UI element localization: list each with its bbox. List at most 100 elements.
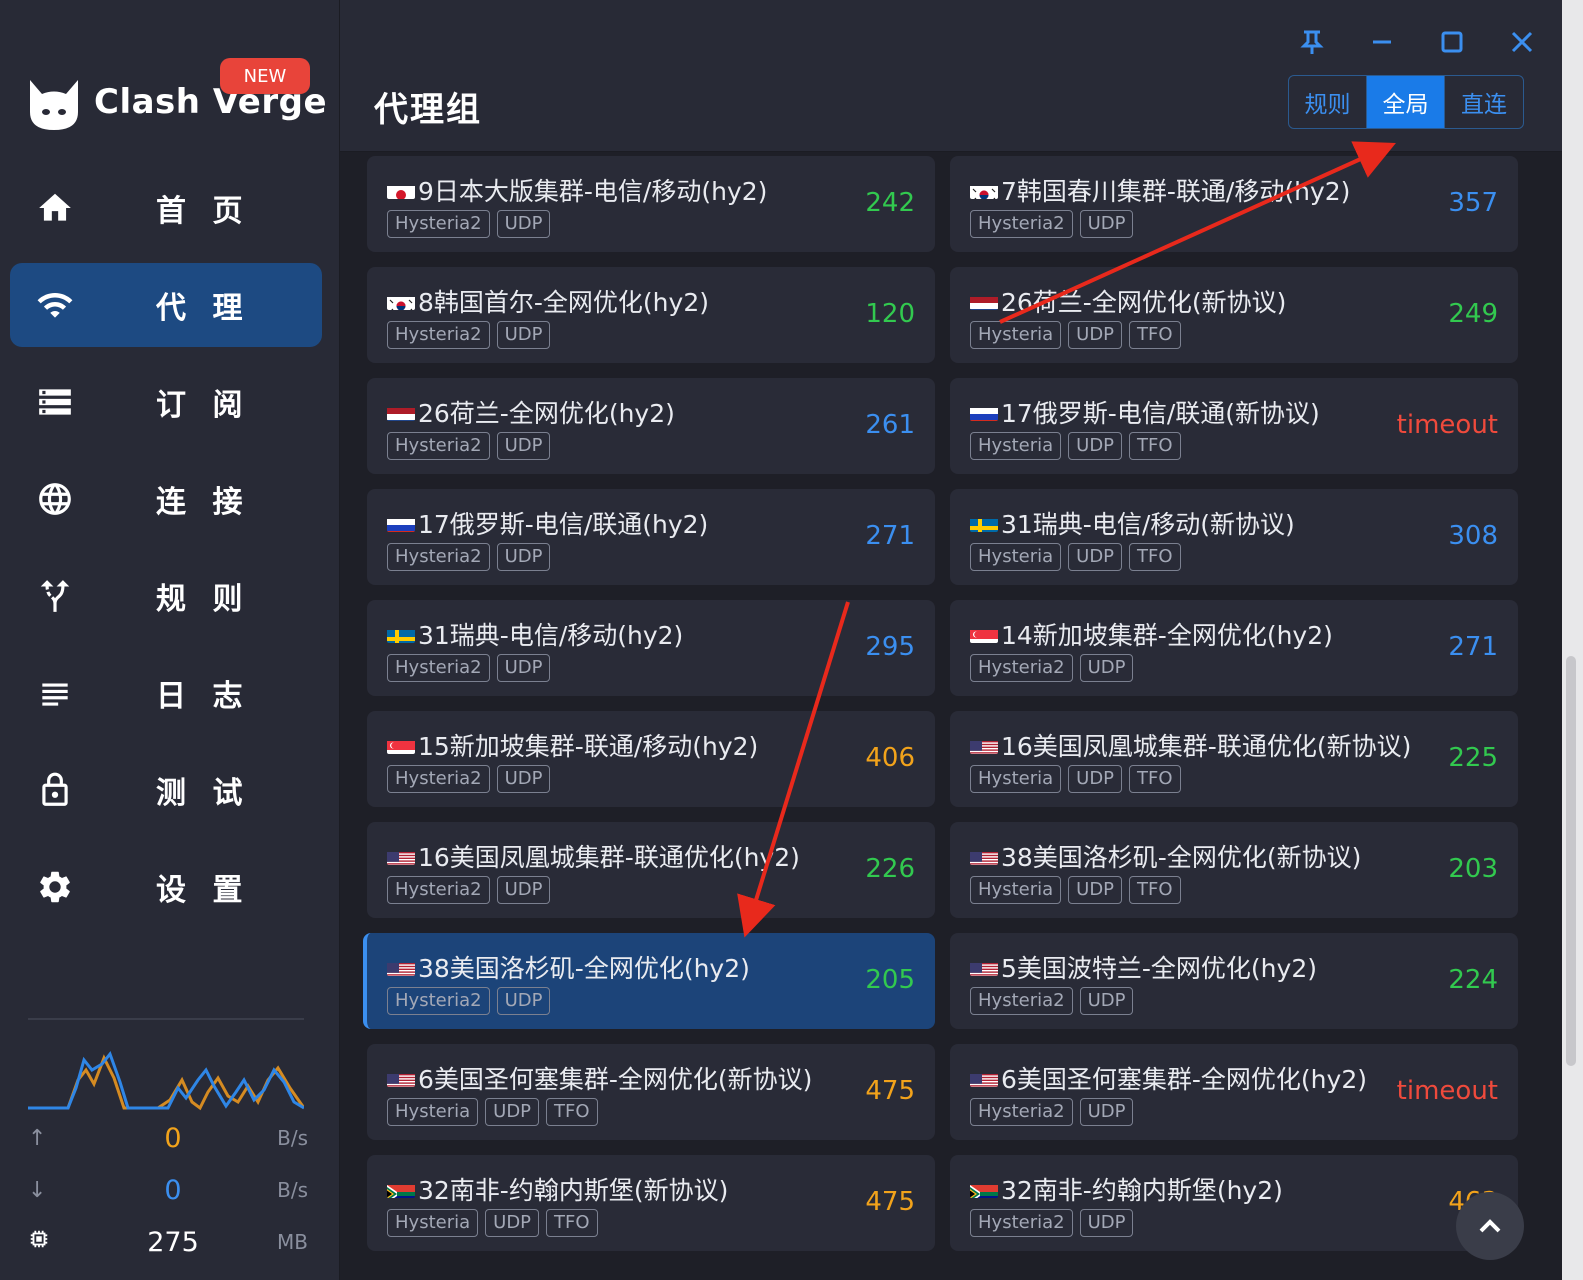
protocol-tag: Hysteria [970,765,1062,793]
scroll-thumb[interactable] [1566,656,1576,1066]
latency-value[interactable]: 225 [1448,743,1498,773]
proxy-card[interactable]: 38美国洛杉矶-全网优化(新协议) Hysteria UDP TFO 203 [950,822,1518,918]
sidebar-item-connections[interactable]: 连 接 [10,457,322,541]
proxy-card[interactable]: 38美国洛杉矶-全网优化(hy2) Hysteria2 UDP 205 [363,933,935,1029]
proxy-name-text: 9日本大版集群-电信/移动(hy2) [418,177,768,206]
proxy-card[interactable]: 31瑞典-电信/移动(hy2) Hysteria2 UDP 295 [367,600,935,696]
proxy-card[interactable]: 14新加坡集群-全网优化(hy2) Hysteria2 UDP 271 [950,600,1518,696]
mode-global-button[interactable]: 全局 [1367,76,1445,128]
protocol-tag: Hysteria [387,1209,479,1237]
protocol-tag: TFO [546,1098,598,1126]
proxy-tags: Hysteria2 UDP [970,210,1134,238]
protocol-tag: UDP [1079,987,1134,1015]
proxy-name-text: 32南非-约翰内斯堡(hy2) [1001,1176,1283,1205]
latency-value[interactable]: 295 [865,632,915,662]
latency-value[interactable]: timeout [1397,410,1498,440]
latency-value[interactable]: 357 [1448,188,1498,218]
proxy-name-text: 5美国波特兰-全网优化(hy2) [1001,954,1317,983]
protocol-tag: UDP [496,432,551,460]
proxy-card[interactable]: 17俄罗斯-电信/联通(新协议) Hysteria UDP TFO timeout [950,378,1518,474]
proxy-name: 14新加坡集群-全网优化(hy2) [970,616,1333,652]
proxy-card[interactable]: 26荷兰-全网优化(新协议) Hysteria UDP TFO 249 [950,267,1518,363]
arrow-down-icon: ↓ [28,1177,47,1203]
proxy-card[interactable]: 31瑞典-电信/移动(新协议) Hysteria UDP TFO 308 [950,489,1518,585]
proxy-card[interactable]: 5美国波特兰-全网优化(hy2) Hysteria2 UDP 224 [950,933,1518,1029]
proxy-name-text: 15新加坡集群-联通/移动(hy2) [418,732,759,761]
scroll-to-top-button[interactable] [1456,1192,1524,1260]
maximize-button[interactable] [1430,22,1474,62]
proxy-card[interactable]: 15新加坡集群-联通/移动(hy2) Hysteria2 UDP 406 [367,711,935,807]
proxy-card[interactable]: 16美国凤凰城集群-联通优化(新协议) Hysteria UDP TFO 225 [950,711,1518,807]
proxy-card[interactable]: 17俄罗斯-电信/联通(hy2) Hysteria2 UDP 271 [367,489,935,585]
protocol-tag: Hysteria [970,543,1062,571]
sidebar-item-home[interactable]: 首 页 [10,166,322,250]
latency-value[interactable]: 205 [865,965,915,995]
upload-stat: ↑ 0 B/s [28,1118,308,1158]
flag-nl-icon [387,403,415,421]
sidebar-item-logs[interactable]: 日 志 [10,651,322,735]
mode-direct-button[interactable]: 直连 [1445,76,1523,128]
proxy-card[interactable]: 9日本大版集群-电信/移动(hy2) Hysteria2 UDP 242 [367,156,935,252]
pin-button[interactable] [1290,22,1334,62]
sidebar-item-proxy[interactable]: 代 理 [10,263,322,347]
proxy-card[interactable]: 26荷兰-全网优化(hy2) Hysteria2 UDP 261 [367,378,935,474]
latency-value[interactable]: 120 [865,299,915,329]
protocol-tag: Hysteria2 [387,987,490,1015]
proxy-name-text: 38美国洛杉矶-全网优化(新协议) [1001,843,1362,872]
mode-rule-button[interactable]: 规则 [1289,76,1367,128]
latency-value[interactable]: 308 [1448,521,1498,551]
proxy-name-text: 8韩国首尔-全网优化(hy2) [418,288,709,317]
proxy-name: 17俄罗斯-电信/联通(hy2) [387,505,708,541]
latency-value[interactable]: 242 [865,188,915,218]
latency-value[interactable]: 249 [1448,299,1498,329]
latency-value[interactable]: 475 [865,1076,915,1106]
sidebar-item-label: 首 页 [156,194,251,229]
sidebar-item-subscription[interactable]: 订 阅 [10,360,322,444]
protocol-tag: Hysteria2 [970,987,1073,1015]
proxy-card[interactable]: 16美国凤凰城集群-联通优化(hy2) Hysteria2 UDP 226 [367,822,935,918]
latency-value[interactable]: 271 [1448,632,1498,662]
minimize-button[interactable] [1360,22,1404,62]
sidebar-item-label: 设 置 [156,873,251,908]
sidebar-item-test[interactable]: 测 试 [10,748,322,832]
proxy-name: 32南非-约翰内斯堡(新协议) [387,1171,728,1207]
gear-icon [10,868,100,906]
wifi-icon [10,286,100,324]
flag-us-icon [387,958,415,976]
page-title: 代理组 [374,90,482,130]
latency-value[interactable]: 475 [865,1187,915,1217]
protocol-tag: Hysteria2 [970,210,1073,238]
latency-value[interactable]: 224 [1448,965,1498,995]
sidebar: Clash Verge NEW 首 页 代 理 订 阅 连 接 规 则 日 志 … [0,0,340,1280]
flag-kr-icon [970,181,998,199]
proxy-tags: Hysteria2 UDP [387,432,551,460]
scrollbar[interactable] [1562,0,1583,1280]
protocol-tag: UDP [496,987,551,1015]
proxy-card[interactable]: 8韩国首尔-全网优化(hy2) Hysteria2 UDP 120 [367,267,935,363]
proxy-card[interactable]: 32南非-约翰内斯堡(新协议) Hysteria UDP TFO 475 [367,1155,935,1251]
latency-value[interactable]: 261 [865,410,915,440]
protocol-tag: Hysteria [970,876,1062,904]
proxy-name: 32南非-约翰内斯堡(hy2) [970,1171,1283,1207]
minimize-icon [1373,40,1391,44]
proxy-card[interactable]: 6美国圣何塞集群-全网优化(hy2) Hysteria2 UDP timeout [950,1044,1518,1140]
flag-us-icon [970,736,998,754]
close-button[interactable] [1500,22,1544,62]
latency-value[interactable]: 271 [865,521,915,551]
flag-us-icon [970,958,998,976]
proxy-card[interactable]: 6美国圣何塞集群-全网优化(新协议) Hysteria UDP TFO 475 [367,1044,935,1140]
sidebar-item-settings[interactable]: 设 置 [10,845,322,929]
proxy-name: 38美国洛杉矶-全网优化(新协议) [970,838,1361,874]
proxy-name-text: 6美国圣何塞集群-全网优化(新协议) [418,1065,813,1094]
protocol-tag: TFO [1129,876,1181,904]
latency-value[interactable]: 226 [865,854,915,884]
latency-value[interactable]: 203 [1448,854,1498,884]
latency-value[interactable]: 406 [865,743,915,773]
proxy-card[interactable]: 32南非-约翰内斯堡(hy2)Hysteria2UDP463 [950,1155,1518,1251]
proxy-name: 16美国凤凰城集群-联通优化(hy2) [387,838,800,874]
proxy-card[interactable]: 7韩国春川集群-联通/移动(hy2) Hysteria2 UDP 357 [950,156,1518,252]
latency-value[interactable]: timeout [1397,1076,1498,1106]
sidebar-item-label: 规 则 [156,582,251,617]
lock-icon [10,771,100,809]
sidebar-item-rules[interactable]: 规 则 [10,554,322,638]
